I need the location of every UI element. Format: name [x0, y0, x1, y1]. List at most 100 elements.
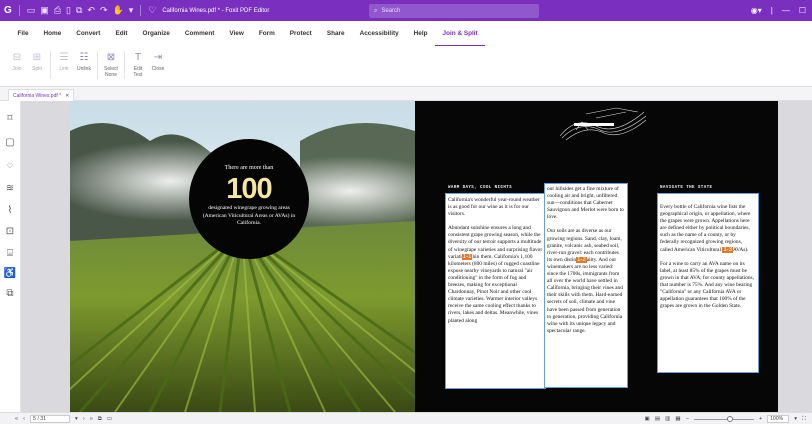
- col1-paragraph-2: Abundant sunshine ensures a long and con…: [448, 225, 543, 324]
- save-icon[interactable]: ▣: [40, 0, 49, 21]
- rotate-view-icon[interactable]: ▭: [107, 416, 112, 422]
- menu-edit[interactable]: Edit: [108, 21, 135, 47]
- previous-page-icon[interactable]: ‹: [23, 416, 25, 422]
- first-page-icon[interactable]: «: [15, 416, 18, 422]
- new-doc-icon[interactable]: ▯: [66, 0, 71, 21]
- foxit-logo-icon: G: [4, 5, 12, 16]
- page-dropdown-icon[interactable]: ▾: [75, 416, 78, 422]
- close-label: Close: [151, 66, 165, 72]
- menu-accessibility[interactable]: Accessibility: [352, 21, 406, 47]
- bookmark-icon[interactable]: ⌑: [3, 112, 17, 126]
- unlink-button[interactable]: ☷ Unlink: [75, 47, 93, 72]
- dropdown-chevron-icon[interactable]: ▾: [129, 0, 134, 21]
- page-fit-icon[interactable]: ⧉: [98, 416, 102, 423]
- menu-help[interactable]: Help: [406, 21, 435, 47]
- menu-join-split[interactable]: Join & Split: [435, 23, 486, 46]
- accessibility-icon[interactable]: ♿: [3, 267, 17, 281]
- stat-callout-circle: There are more than 100 designated wineg…: [189, 139, 309, 259]
- col2-paragraph-1: our hillsides get a fine mixture of cool…: [547, 186, 624, 221]
- menu-protect[interactable]: Protect: [282, 21, 319, 47]
- pages-icon[interactable]: ▢: [3, 136, 17, 150]
- redo-icon[interactable]: ↷: [100, 0, 108, 21]
- undo-icon[interactable]: ↶: [87, 0, 95, 21]
- col3-paragraph-2: For a wine to carry an AVA name on its l…: [660, 260, 754, 310]
- menu-file[interactable]: File: [10, 21, 36, 47]
- continuous-view-icon[interactable]: ▤: [655, 416, 660, 422]
- col3-paragraph-1: Every bottle of California wine lists th…: [660, 204, 751, 253]
- zoom-slider[interactable]: [693, 415, 754, 422]
- menu-view[interactable]: View: [222, 21, 251, 47]
- article-marker-1-3[interactable]: 1-3: [722, 246, 733, 253]
- page-left-vineyard-photo: There are more than 100 designated wineg…: [70, 101, 415, 412]
- zoom-level-input[interactable]: 100%: [767, 415, 790, 423]
- join-button[interactable]: ⊟ Join: [8, 47, 26, 72]
- zoom-slider-knob[interactable]: [726, 415, 733, 422]
- column-1-heading: WARM DAYS, COOL NIGHTS: [448, 186, 513, 190]
- print-icon[interactable]: ⎙: [54, 0, 61, 21]
- article-marker-1-2[interactable]: 1-2: [576, 256, 587, 263]
- zoom-dropdown-icon[interactable]: ▾: [794, 416, 797, 422]
- zoom-out-icon[interactable]: −: [686, 416, 689, 422]
- unlink-icon: ☷: [79, 52, 89, 63]
- attachment-icon[interactable]: ⌇: [3, 204, 17, 218]
- last-page-icon[interactable]: »: [90, 416, 93, 422]
- status-bar: « ‹ 5 / 31 ▾ › » ⧉ ▭ ▣ ▤ ▥ ▦ − + 100% ▾ …: [0, 412, 812, 424]
- menu-home[interactable]: Home: [36, 21, 69, 47]
- edit-text-button[interactable]: T Edit Text: [129, 47, 147, 78]
- edit-text-icon: T: [134, 52, 142, 63]
- split-button[interactable]: ⊞ Split: [28, 47, 46, 72]
- split-icon: ⊞: [32, 52, 42, 63]
- column-3-heading: NAVIGATE THE STATE: [660, 186, 713, 190]
- menu-bar: File Home Convert Edit Organize Comment …: [0, 21, 812, 47]
- security-icon[interactable]: ⊡: [3, 225, 17, 239]
- open-file-icon[interactable]: ▭: [27, 0, 36, 21]
- join-label: Join: [12, 66, 22, 72]
- search-icon: ⌕: [374, 7, 378, 14]
- maximize-icon[interactable]: ☐: [799, 6, 806, 15]
- next-page-icon[interactable]: ›: [83, 416, 85, 422]
- copy-doc-icon[interactable]: ⧉: [76, 0, 82, 21]
- signature-icon[interactable]: ⌸: [3, 247, 17, 261]
- foxit-pdf-editor-window: G ▭ ▣ ⎙ ▯ ⧉ ↶ ↷ ✋ ▾ ♡ California Wines.p…: [0, 0, 812, 424]
- callout-intro-text: There are more than: [224, 165, 274, 171]
- callout-description: designated winegrape growing areas (Amer…: [202, 205, 296, 226]
- zoom-in-icon[interactable]: +: [759, 416, 762, 422]
- content-icon[interactable]: ⧉: [3, 287, 17, 301]
- menu-organize[interactable]: Organize: [135, 21, 177, 47]
- callout-number: 100: [226, 173, 272, 205]
- menu-share[interactable]: Share: [319, 21, 352, 47]
- link-icon: ☰: [59, 52, 69, 63]
- split-label: Split: [32, 66, 42, 72]
- page-number-input[interactable]: 5 / 31: [30, 415, 70, 423]
- menu-convert[interactable]: Convert: [69, 21, 108, 47]
- close-tab-icon[interactable]: ✕: [65, 93, 69, 99]
- text-column-2[interactable]: our hillsides get a fine mixture of cool…: [544, 183, 628, 388]
- document-tab-label: California Wines.pdf *: [13, 92, 62, 99]
- link-button[interactable]: ☰ Link: [55, 47, 73, 72]
- fullscreen-icon[interactable]: ⛶: [802, 416, 806, 423]
- document-view[interactable]: There are more than 100 designated wineg…: [21, 101, 812, 412]
- text-column-1[interactable]: California's wonderful year-round weathe…: [445, 193, 546, 389]
- search-input[interactable]: ⌕ Search: [369, 4, 539, 18]
- menu-comment[interactable]: Comment: [177, 21, 221, 47]
- menu-form[interactable]: Form: [251, 21, 282, 47]
- join-icon: ⊟: [12, 52, 22, 63]
- document-tab[interactable]: California Wines.pdf * ✕: [8, 89, 75, 101]
- hand-tool-icon[interactable]: ✋: [113, 0, 124, 21]
- grid-view-icon[interactable]: ▦: [675, 416, 680, 422]
- select-none-icon: ⊠: [106, 52, 116, 63]
- select-none-label: Select None: [104, 66, 118, 78]
- account-icon[interactable]: ◉▾: [751, 6, 762, 15]
- minimize-icon[interactable]: —: [782, 6, 790, 15]
- text-column-3[interactable]: Every bottle of California wine lists th…: [657, 193, 759, 373]
- facing-view-icon[interactable]: ▥: [665, 416, 670, 422]
- layers-icon[interactable]: ≋: [3, 182, 17, 196]
- heart-icon[interactable]: ♡: [148, 0, 156, 21]
- select-none-button[interactable]: ⊠ Select None: [102, 47, 120, 78]
- single-page-view-icon[interactable]: ▣: [645, 416, 650, 422]
- article-marker-1-1[interactable]: 1-1: [461, 253, 473, 260]
- decorative-line-art: [559, 107, 647, 141]
- comments-icon[interactable]: ◌: [3, 159, 17, 173]
- close-button[interactable]: ⇥ Close: [149, 47, 167, 72]
- window-title: California Wines.pdf * - Foxit PDF Edito…: [162, 7, 270, 14]
